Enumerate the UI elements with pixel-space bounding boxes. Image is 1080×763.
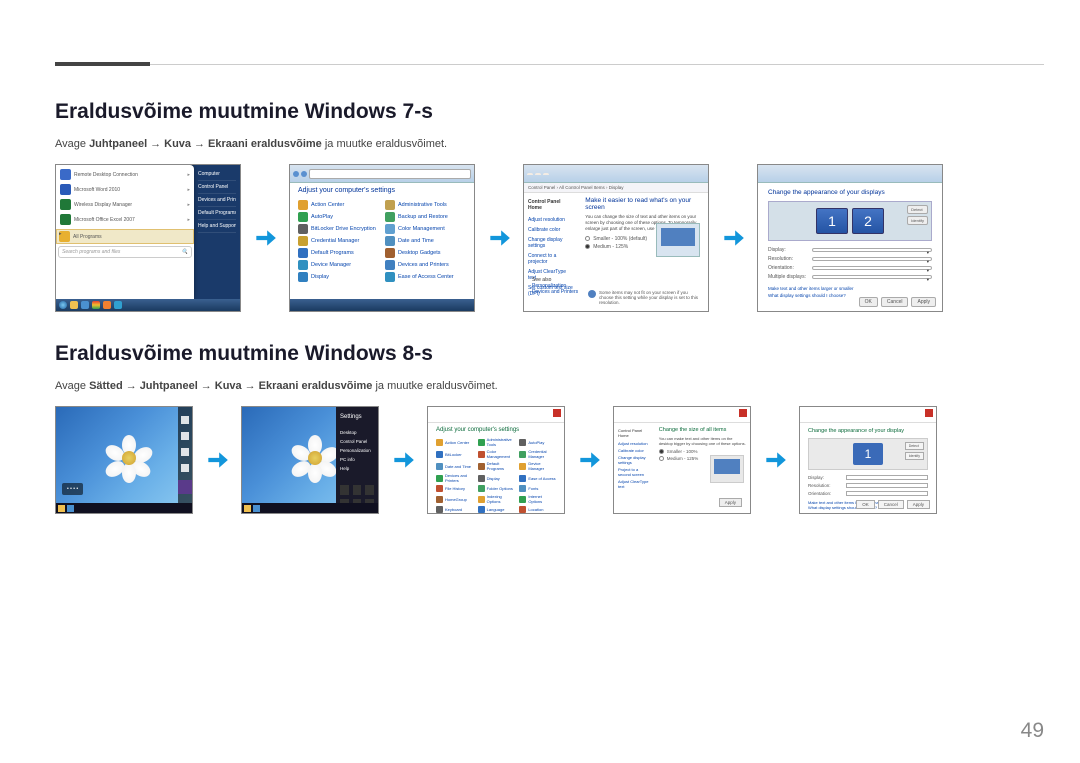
settings-panel: Settings DesktopControl PanelPersonaliza…: [336, 407, 378, 503]
header-divider: [55, 64, 1044, 65]
control-panel-grid: Action CenterAdministrative ToolsAutoPla…: [290, 198, 474, 284]
win8-screenshot-control-panel: Adjust your computer's settings Action C…: [427, 406, 565, 514]
section2-instruction: Avage Sätted→Juhtpaneel→Kuva→Ekraani era…: [55, 380, 1044, 392]
win7-screenshot-control-panel: Adjust your computer's settings Action C…: [289, 164, 475, 312]
win8-screenshot-desktop-charms: • • • •: [55, 406, 193, 514]
page-content: Eraldusvõime muutmine Windows 7-s Avage …: [55, 100, 1044, 544]
arrow-right-icon: [389, 446, 417, 474]
section1-instruction: Avage Juhtpaneel→Kuva→Ekraani eraldusvõi…: [55, 138, 1044, 150]
win7-screenshot-start-menu: ComputerControl PanelDevices and Printer…: [55, 164, 241, 312]
arrow-right-icon: [761, 446, 789, 474]
section2-heading: Eraldusvõime muutmine Windows 8-s: [55, 342, 1044, 366]
win7-screenshot-display: Control Panel › All Control Panel Items …: [523, 164, 709, 312]
all-programs-item: ▸All Programs: [56, 229, 194, 244]
arrow-right-icon: [575, 446, 603, 474]
start-menu-right-panel: ComputerControl PanelDevices and Printer…: [194, 165, 240, 299]
arrow-right-icon: [203, 446, 231, 474]
time-overlay: • • • •: [62, 483, 83, 495]
arrow-right-icon: [719, 224, 747, 252]
win8-screenshot-display: Control Panel HomeAdjust resolutionCalib…: [613, 406, 751, 514]
win7-flow-row: ComputerControl PanelDevices and Printer…: [55, 164, 1044, 312]
taskbar: [56, 299, 240, 311]
win8-screenshot-resolution: Change the appearance of your display 1D…: [799, 406, 937, 514]
arrow-right-icon: [251, 224, 279, 252]
charms-bar: [178, 407, 192, 503]
cp-grid: Action CenterAdministrative ToolsAutoPla…: [436, 437, 556, 514]
arrow-right-icon: [485, 224, 513, 252]
start-search: Search programs and files🔍: [58, 246, 192, 258]
win8-screenshot-settings-charm: Settings DesktopControl PanelPersonaliza…: [241, 406, 379, 514]
page-number: 49: [1021, 719, 1044, 743]
win8-flow-row: • • • • Settings DesktopControl PanelPer…: [55, 406, 1044, 514]
start-menu-programs: Remote Desktop Connection▸Microsoft Word…: [56, 165, 194, 229]
section1-heading: Eraldusvõime muutmine Windows 7-s: [55, 100, 1044, 124]
header-accent-bar: [55, 62, 150, 66]
win7-screenshot-resolution: Change the appearance of your displays 1…: [757, 164, 943, 312]
